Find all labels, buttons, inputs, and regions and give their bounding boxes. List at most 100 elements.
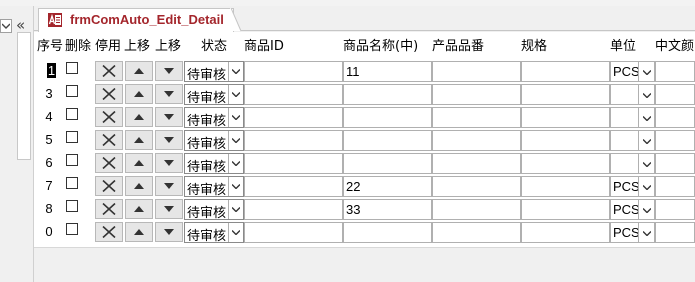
chevron-down-icon[interactable] — [638, 61, 655, 82]
product-code-field[interactable] — [432, 84, 521, 105]
product-code-field[interactable] — [432, 61, 521, 82]
product-name-field[interactable] — [343, 130, 432, 151]
cn-color-field[interactable] — [655, 61, 695, 82]
move-up-button[interactable] — [125, 176, 153, 196]
product-code-field[interactable] — [432, 130, 521, 151]
delete-row-button[interactable] — [95, 61, 123, 81]
product-code-field[interactable] — [432, 107, 521, 128]
chevron-down-icon[interactable] — [228, 62, 243, 81]
chevron-down-icon[interactable] — [228, 200, 243, 219]
product-name-field[interactable] — [343, 222, 432, 243]
disable-checkbox[interactable] — [66, 108, 78, 120]
move-down-button[interactable] — [155, 107, 183, 127]
product-id-field[interactable] — [244, 61, 343, 82]
move-down-button[interactable] — [155, 176, 183, 196]
delete-row-button[interactable] — [95, 176, 123, 196]
chevron-down-icon[interactable] — [228, 177, 243, 196]
spec-field[interactable] — [521, 61, 610, 82]
chevron-down-icon[interactable] — [228, 108, 243, 127]
chevron-down-icon[interactable] — [228, 85, 243, 104]
move-down-button[interactable] — [155, 222, 183, 242]
product-name-field[interactable] — [343, 107, 432, 128]
disable-checkbox[interactable] — [66, 85, 78, 97]
product-id-field[interactable] — [244, 199, 343, 220]
product-id-field[interactable] — [244, 222, 343, 243]
product-code-field[interactable] — [432, 153, 521, 174]
status-combo[interactable]: 待审核 — [184, 153, 244, 175]
status-combo[interactable]: 待审核 — [184, 222, 244, 244]
move-down-button[interactable] — [155, 153, 183, 173]
product-name-field[interactable]: 11 — [343, 61, 432, 82]
move-up-button[interactable] — [125, 199, 153, 219]
access-form-icon — [48, 13, 62, 27]
chevron-down-icon[interactable] — [638, 130, 655, 151]
spec-field[interactable] — [521, 222, 610, 243]
cn-color-field[interactable] — [655, 107, 695, 128]
disable-checkbox[interactable] — [66, 200, 78, 212]
spec-field[interactable] — [521, 176, 610, 197]
cn-color-field[interactable] — [655, 222, 695, 243]
cn-color-field[interactable] — [655, 199, 695, 220]
product-id-field[interactable] — [244, 107, 343, 128]
nav-scrollbar[interactable] — [17, 32, 31, 160]
move-up-button[interactable] — [125, 222, 153, 242]
disable-checkbox[interactable] — [66, 62, 78, 74]
product-id-field[interactable] — [244, 153, 343, 174]
product-id-field[interactable] — [244, 130, 343, 151]
spec-field[interactable] — [521, 130, 610, 151]
disable-checkbox[interactable] — [66, 223, 78, 235]
product-name-field[interactable] — [343, 84, 432, 105]
chevron-down-icon[interactable] — [638, 176, 655, 197]
disable-checkbox[interactable] — [66, 154, 78, 166]
chevron-down-icon[interactable] — [638, 222, 655, 243]
move-up-button[interactable] — [125, 130, 153, 150]
cn-color-field[interactable] — [655, 130, 695, 151]
delete-row-button[interactable] — [95, 107, 123, 127]
disable-checkbox[interactable] — [66, 177, 78, 189]
chevron-down-icon[interactable] — [638, 153, 655, 174]
product-code-field[interactable] — [432, 199, 521, 220]
cn-color-field[interactable] — [655, 153, 695, 174]
cn-color-field[interactable] — [655, 176, 695, 197]
delete-row-button[interactable] — [95, 153, 123, 173]
cn-color-field[interactable] — [655, 84, 695, 105]
spec-field[interactable] — [521, 199, 610, 220]
delete-row-button[interactable] — [95, 199, 123, 219]
move-up-button[interactable] — [125, 153, 153, 173]
move-up-button[interactable] — [125, 107, 153, 127]
status-combo[interactable]: 待审核 — [184, 107, 244, 129]
move-down-button[interactable] — [155, 130, 183, 150]
spec-field[interactable] — [521, 153, 610, 174]
product-name-field[interactable]: 22 — [343, 176, 432, 197]
move-up-button[interactable] — [125, 61, 153, 81]
spec-field[interactable] — [521, 84, 610, 105]
status-combo[interactable]: 待审核 — [184, 61, 244, 83]
chevron-down-icon[interactable] — [638, 199, 655, 220]
move-up-button[interactable] — [125, 84, 153, 104]
tab-frmcomauto-edit-detail[interactable]: frmComAuto_Edit_Detail — [38, 8, 234, 32]
chevron-down-icon[interactable] — [638, 84, 655, 105]
status-combo[interactable]: 待审核 — [184, 130, 244, 152]
move-down-button[interactable] — [155, 84, 183, 104]
nav-dropdown-button[interactable] — [0, 19, 12, 33]
chevron-down-icon[interactable] — [228, 223, 243, 242]
delete-row-button[interactable] — [95, 130, 123, 150]
disable-checkbox[interactable] — [66, 131, 78, 143]
status-combo[interactable]: 待审核 — [184, 176, 244, 198]
product-id-field[interactable] — [244, 84, 343, 105]
delete-row-button[interactable] — [95, 84, 123, 104]
delete-row-button[interactable] — [95, 222, 123, 242]
move-down-button[interactable] — [155, 61, 183, 81]
product-name-field[interactable] — [343, 153, 432, 174]
chevron-down-icon[interactable] — [228, 131, 243, 150]
product-id-field[interactable] — [244, 176, 343, 197]
status-combo[interactable]: 待审核 — [184, 199, 244, 221]
spec-field[interactable] — [521, 107, 610, 128]
product-code-field[interactable] — [432, 222, 521, 243]
chevron-down-icon[interactable] — [638, 107, 655, 128]
status-combo[interactable]: 待审核 — [184, 84, 244, 106]
product-code-field[interactable] — [432, 176, 521, 197]
chevron-down-icon[interactable] — [228, 154, 243, 173]
product-name-field[interactable]: 33 — [343, 199, 432, 220]
move-down-button[interactable] — [155, 199, 183, 219]
